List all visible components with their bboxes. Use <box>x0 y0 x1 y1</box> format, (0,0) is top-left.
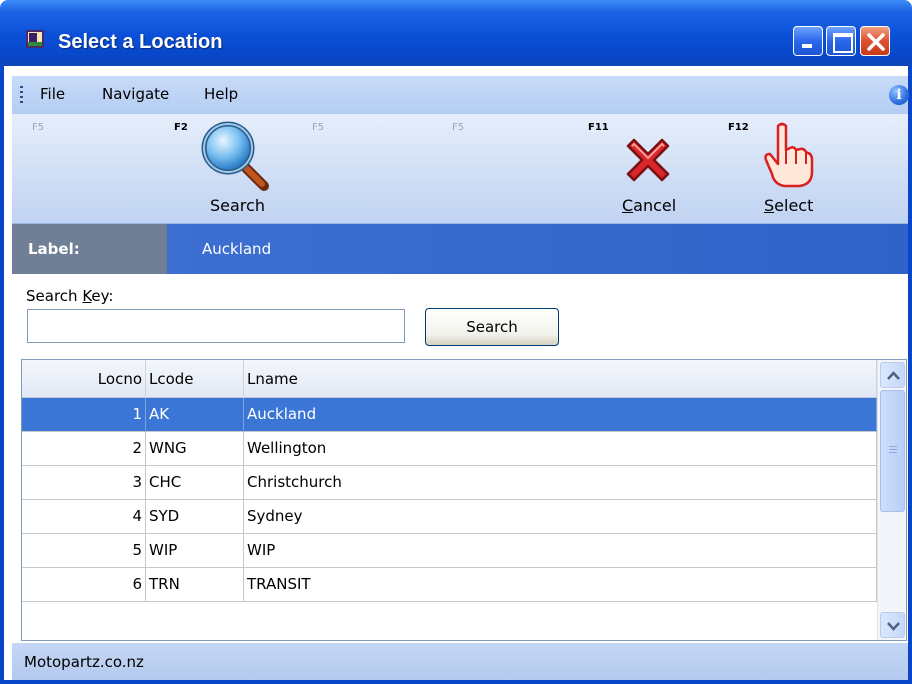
scroll-up-button[interactable] <box>880 362 905 388</box>
cell-locno: 6 <box>22 568 146 602</box>
fkey-label: F11 <box>588 122 609 133</box>
menu-bar: File Navigate Help i <box>12 76 909 114</box>
scroll-thumb[interactable] <box>880 390 905 512</box>
pointing-hand-icon <box>764 122 814 188</box>
toolbar-label: Select <box>764 196 814 215</box>
toolbar-label: Search <box>210 196 265 215</box>
cell-lname: Sydney <box>244 500 877 534</box>
cell-locno: 1 <box>22 398 146 432</box>
cell-lcode: SYD <box>146 500 244 534</box>
cell-lname: Auckland <box>244 398 877 432</box>
red-x-icon <box>626 138 670 182</box>
cell-locno: 3 <box>22 466 146 500</box>
menu-navigate[interactable]: Navigate <box>102 85 169 103</box>
toolbar: F5 F2 Search F5 F5 F11 Cancel F12 Select <box>12 114 908 224</box>
info-icon[interactable]: i <box>889 85 909 105</box>
column-header-lname[interactable]: Lname <box>244 360 877 398</box>
label-caption: Label: <box>28 240 80 258</box>
fkey-label: F5 <box>312 122 325 133</box>
cell-locno: 5 <box>22 534 146 568</box>
table-row[interactable]: 2 WNG Wellington <box>22 432 877 466</box>
fkey-label: F5 <box>32 122 45 133</box>
location-grid: Locno Lcode Lname 1 AK Auckland 2 WNG We… <box>21 359 907 641</box>
cell-lname: Wellington <box>244 432 877 466</box>
status-text: Motopartz.co.nz <box>24 653 144 671</box>
cell-lname: TRANSIT <box>244 568 877 602</box>
table-row[interactable]: 5 WIP WIP <box>22 534 877 568</box>
table-row[interactable]: 4 SYD Sydney <box>22 500 877 534</box>
menu-help[interactable]: Help <box>204 85 238 103</box>
vertical-scrollbar[interactable] <box>877 360 906 640</box>
label-value: Auckland <box>202 240 272 258</box>
cell-lcode: WNG <box>146 432 244 466</box>
chevron-down-icon <box>887 622 900 631</box>
toolbar-label: Cancel <box>622 196 677 215</box>
cell-locno: 2 <box>22 432 146 466</box>
minimize-button[interactable] <box>793 26 823 56</box>
table-row[interactable]: 3 CHC Christchurch <box>22 466 877 500</box>
cell-lcode: WIP <box>146 534 244 568</box>
label-band: Label: Auckland <box>12 224 908 274</box>
menu-grip-icon[interactable] <box>20 86 23 104</box>
select-toolbar-button[interactable]: F12 Select <box>724 114 844 222</box>
close-button[interactable] <box>860 26 890 56</box>
fkey-label: F2 <box>174 122 188 133</box>
search-key-label: Search Key: <box>26 287 114 305</box>
cell-lcode: TRN <box>146 568 244 602</box>
chevron-up-icon <box>887 371 900 380</box>
grid-header: Locno Lcode Lname <box>22 360 877 398</box>
search-button[interactable]: Search <box>425 308 559 346</box>
column-header-locno[interactable]: Locno <box>22 360 146 398</box>
fkey-label: F12 <box>728 122 749 133</box>
cell-locno: 4 <box>22 500 146 534</box>
cell-lname: WIP <box>244 534 877 568</box>
search-toolbar-button[interactable]: F2 Search <box>162 114 292 222</box>
cell-lcode: CHC <box>146 466 244 500</box>
status-bar: Motopartz.co.nz <box>12 643 908 680</box>
title-bar[interactable]: Select a Location <box>0 0 912 66</box>
app-icon <box>26 30 44 48</box>
magnifier-icon <box>201 121 269 191</box>
cell-lname: Christchurch <box>244 466 877 500</box>
search-key-input[interactable] <box>27 309 405 343</box>
menu-file[interactable]: File <box>40 85 65 103</box>
cancel-toolbar-button[interactable]: F11 Cancel <box>584 114 704 222</box>
fkey-label: F5 <box>452 122 465 133</box>
column-header-lcode[interactable]: Lcode <box>146 360 244 398</box>
cell-lcode: AK <box>146 398 244 432</box>
window-title: Select a Location <box>58 31 223 53</box>
table-row[interactable]: 6 TRN TRANSIT <box>22 568 877 602</box>
maximize-button[interactable] <box>826 26 856 56</box>
table-row[interactable]: 1 AK Auckland <box>22 398 877 432</box>
close-icon <box>867 33 885 51</box>
scroll-down-button[interactable] <box>880 612 905 638</box>
